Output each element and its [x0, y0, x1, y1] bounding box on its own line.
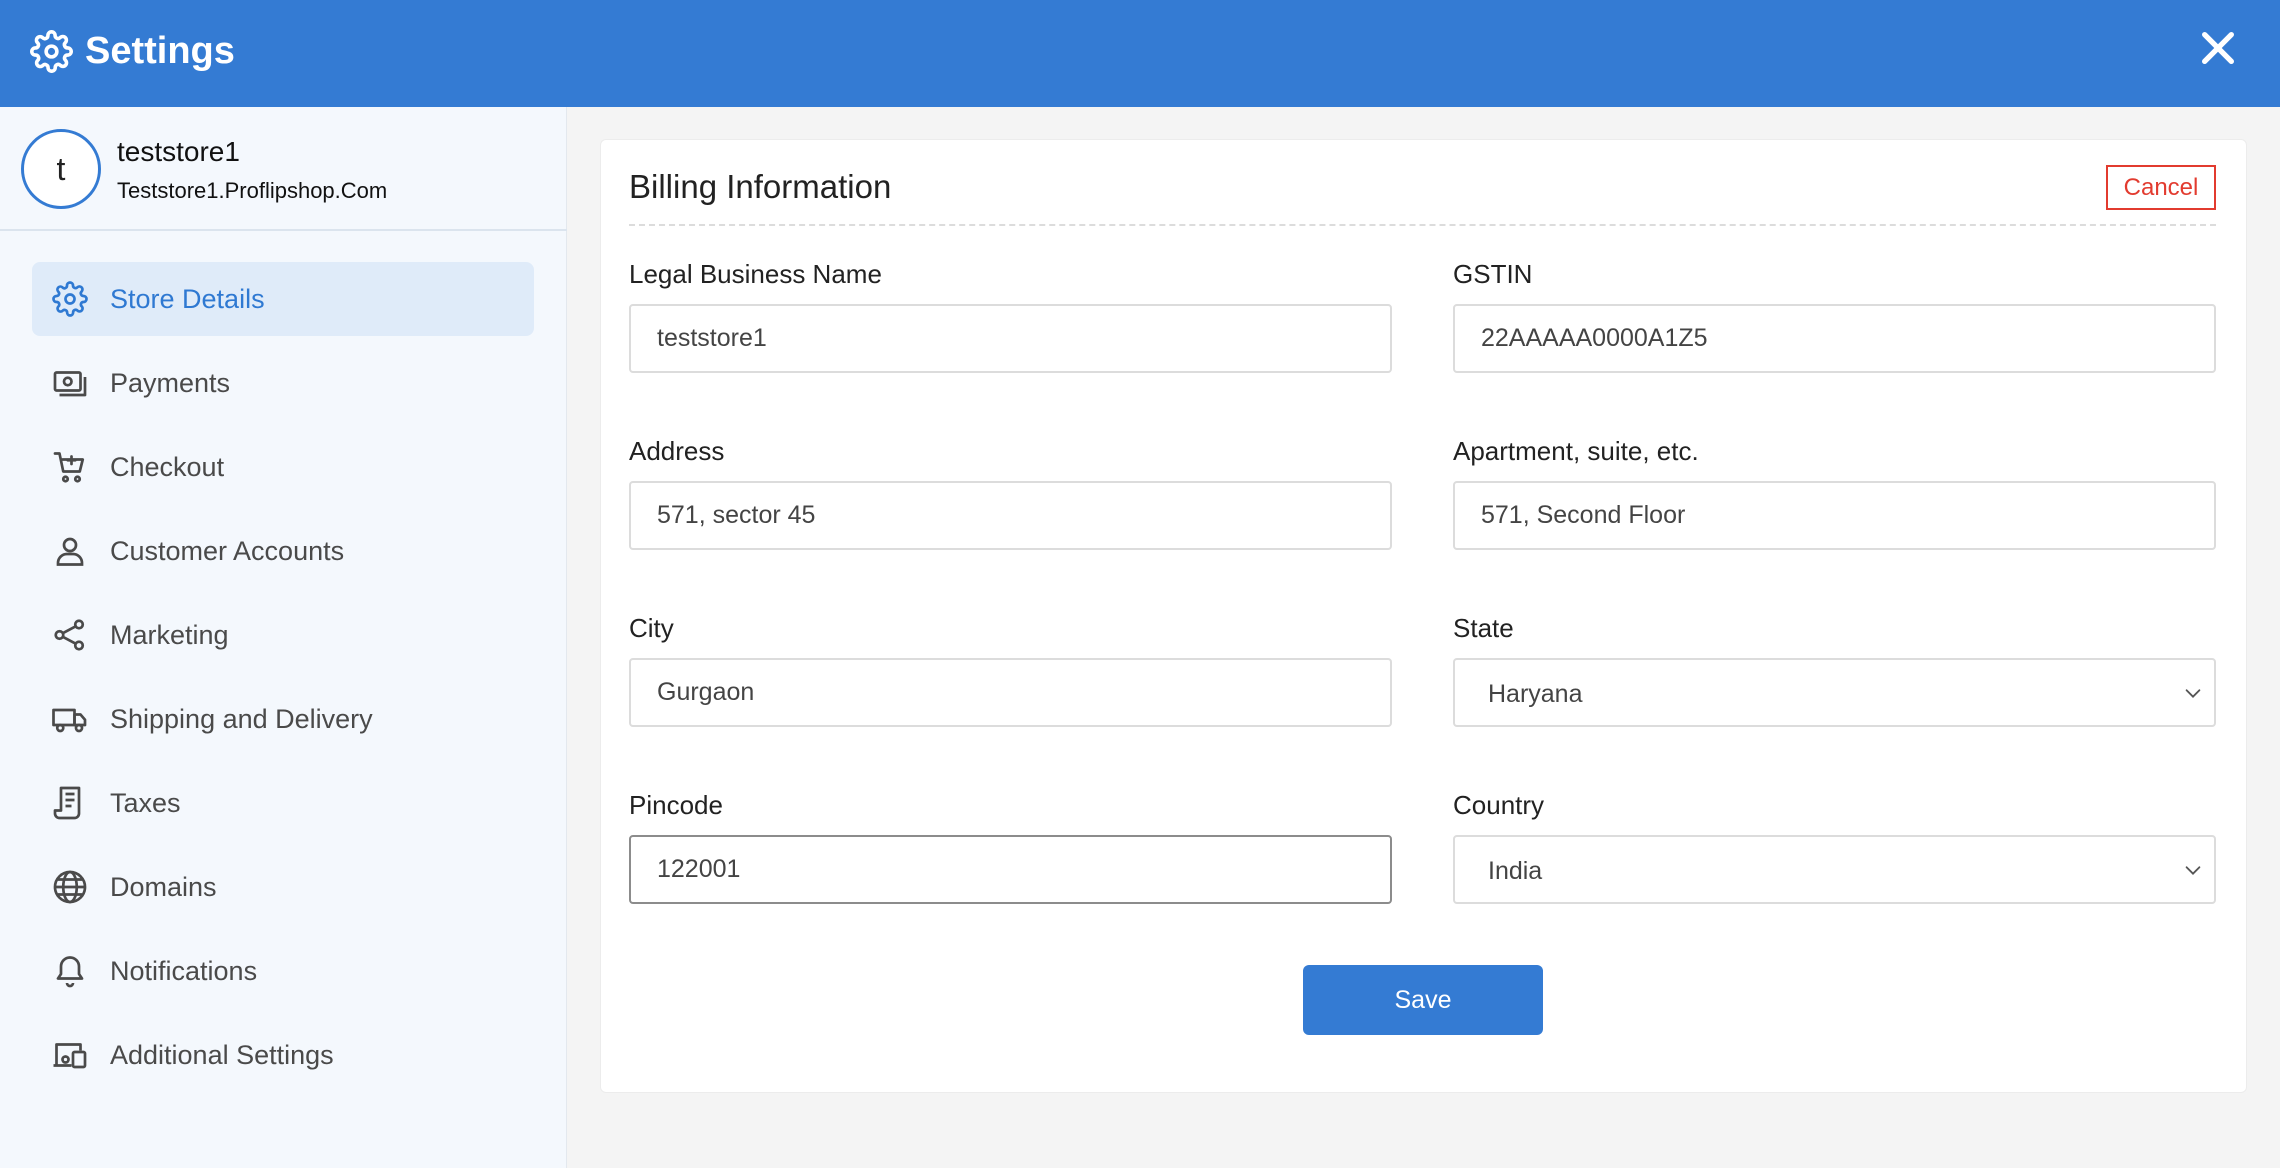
state-label: State [1453, 613, 1514, 643]
sidebar-item-store-details[interactable]: Store Details [32, 262, 534, 336]
chevron-down-icon [2185, 689, 2201, 698]
billing-title: Billing Information [629, 168, 892, 205]
settings-header: Settings [0, 0, 2280, 107]
sidebar-item-notifications[interactable]: Notifications [32, 934, 534, 1008]
sidebar-item-label: Customer Accounts [110, 536, 345, 566]
gstin-field[interactable] [1453, 304, 2216, 373]
pincode-label: Pincode [629, 790, 723, 820]
payments-icon [53, 371, 87, 397]
bell-icon [56, 956, 84, 988]
devices-icon [53, 1043, 87, 1069]
divider [629, 224, 2216, 226]
legal-name-field[interactable] [629, 304, 1392, 373]
sidebar-item-domains[interactable]: Domains [32, 850, 534, 924]
country-select[interactable]: India [1453, 835, 2216, 904]
country-label: Country [1453, 790, 1545, 820]
sidebar-item-label: Taxes [110, 788, 181, 818]
share-icon [54, 619, 85, 651]
sidebar-item-label: Additional Settings [110, 1040, 334, 1070]
avatar: t [21, 129, 101, 209]
city-field[interactable] [629, 658, 1392, 727]
sidebar-item-customer-accounts[interactable]: Customer Accounts [32, 514, 534, 588]
sidebar-item-label: Notifications [110, 956, 258, 986]
cart-icon [53, 452, 85, 483]
cancel-button[interactable]: Cancel [2106, 165, 2216, 210]
sidebar-item-taxes[interactable]: Taxes [32, 766, 534, 840]
sidebar-item-label: Checkout [110, 452, 225, 482]
sidebar-item-marketing[interactable]: Marketing [32, 598, 534, 672]
sidebar: t teststore1 Teststore1.Proflipshop.Com … [0, 107, 567, 1168]
store-profile: t teststore1 Teststore1.Proflipshop.Com [0, 107, 567, 231]
state-select[interactable]: Haryana [1453, 658, 2216, 727]
sidebar-item-shipping[interactable]: Shipping and Delivery [32, 682, 534, 756]
truck-icon [52, 708, 87, 733]
save-button[interactable]: Save [1303, 965, 1543, 1035]
apartment-field[interactable] [1453, 481, 2216, 550]
sidebar-item-label: Marketing [110, 620, 229, 650]
gear-icon [30, 30, 73, 73]
chevron-down-icon [2185, 866, 2201, 875]
sidebar-item-label: Store Details [110, 284, 265, 314]
state-value: Haryana [1488, 680, 1583, 708]
apartment-label: Apartment, suite, etc. [1453, 436, 1699, 466]
sidebar-item-label: Domains [110, 872, 217, 902]
user-icon [56, 537, 84, 566]
address-field[interactable] [629, 481, 1392, 550]
city-label: City [629, 613, 674, 643]
legal-name-label: Legal Business Name [629, 259, 882, 289]
sidebar-item-payments[interactable]: Payments [32, 346, 534, 420]
store-url: Teststore1.Proflipshop.Com [117, 178, 388, 203]
pincode-field[interactable] [629, 835, 1392, 904]
sidebar-item-additional-settings[interactable]: Additional Settings [32, 1018, 534, 1092]
close-icon[interactable] [2198, 28, 2238, 68]
gear-icon [52, 281, 88, 317]
page-title: Settings [85, 30, 235, 72]
country-value: India [1488, 857, 1543, 885]
receipt-icon [53, 786, 81, 820]
sidebar-item-label: Shipping and Delivery [110, 704, 373, 734]
address-label: Address [629, 436, 725, 466]
gstin-label: GSTIN [1453, 259, 1533, 289]
store-name: teststore1 [117, 136, 240, 167]
globe-icon [53, 870, 87, 904]
sidebar-item-checkout[interactable]: Checkout [32, 430, 534, 504]
sidebar-item-label: Payments [110, 368, 231, 398]
